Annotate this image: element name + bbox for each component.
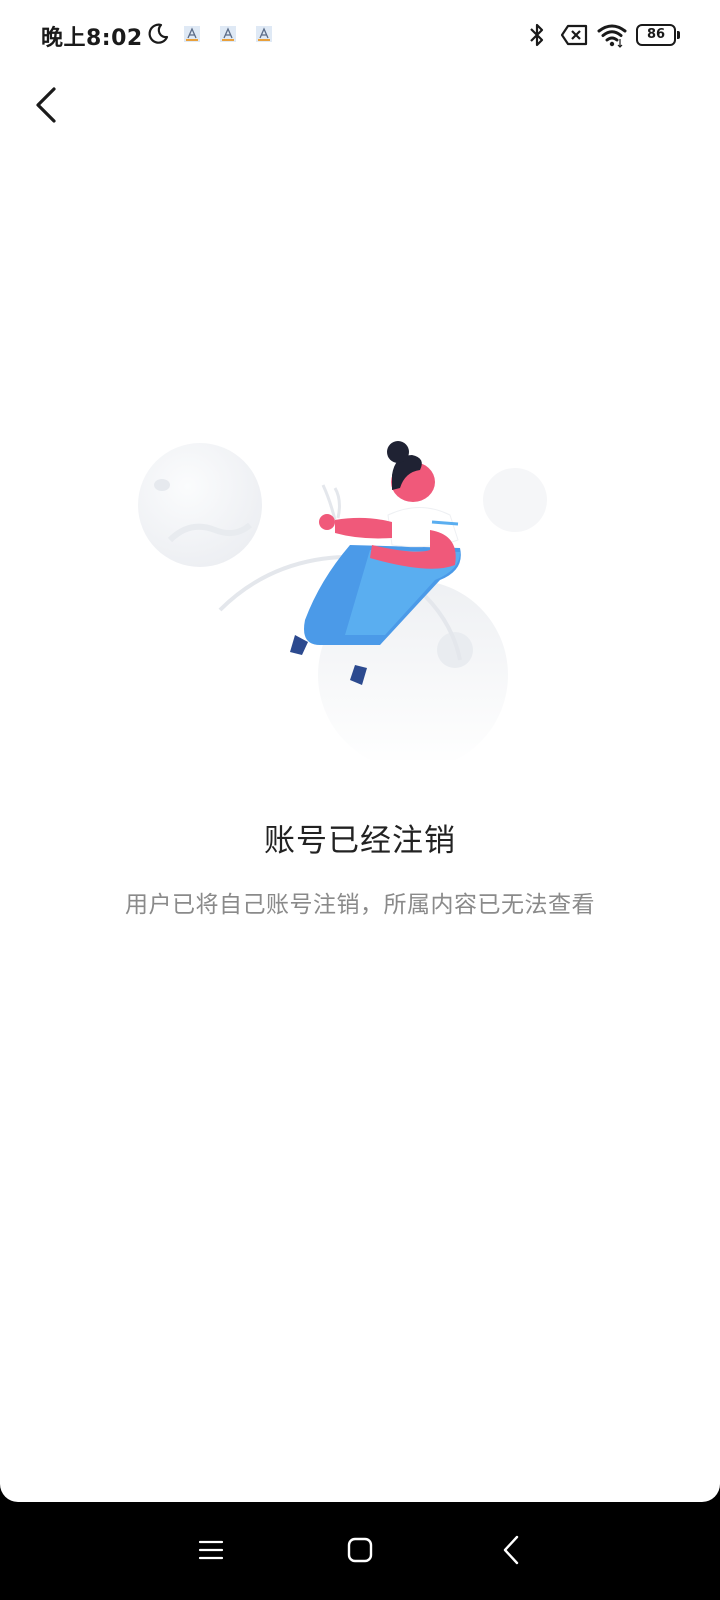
status-time: 晚上8:02 [41, 26, 143, 51]
empty-state-title: 账号已经注销 [264, 823, 456, 859]
notification-icon [184, 26, 200, 42]
home-icon[interactable] [346, 1536, 374, 1564]
chevron-left-icon [36, 87, 56, 123]
empty-state-description: 用户已将自己账号注销，所属内容已无法查看 [125, 892, 595, 918]
notification-icon [256, 26, 272, 42]
battery-cap [677, 31, 680, 39]
wifi-icon [597, 24, 627, 48]
woman-sitting-on-moon-illustration [138, 441, 547, 760]
menu-icon[interactable] [198, 1535, 224, 1565]
back-icon[interactable] [500, 1533, 522, 1567]
status-bar: 晚上8:02 86 [0, 0, 720, 70]
moon-icon [148, 23, 169, 44]
back-button[interactable] [24, 80, 68, 130]
sim-disabled-icon [561, 24, 588, 46]
screen: 晚上8:02 86 账号已经注销 用户已将自己账号注销，所属内容已无法查看 [0, 0, 720, 1502]
bluetooth-icon [530, 23, 544, 47]
battery-icon: 86 [636, 24, 680, 46]
battery-level: 86 [646, 27, 666, 42]
notification-icon [220, 26, 236, 42]
